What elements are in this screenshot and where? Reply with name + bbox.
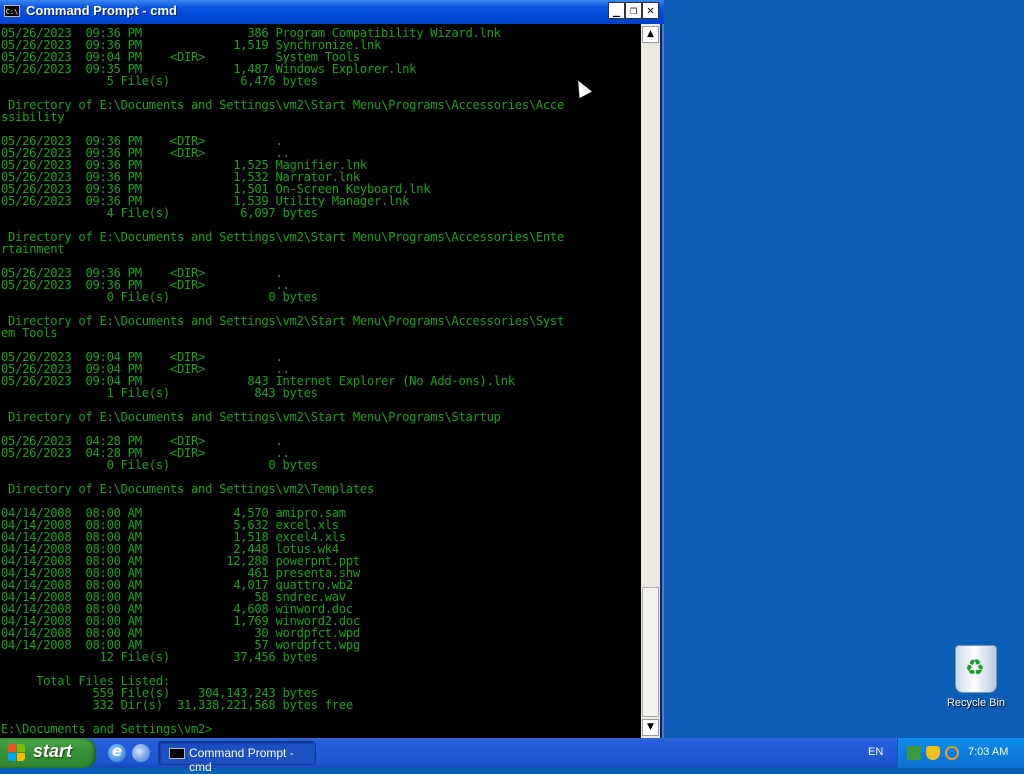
- taskbar: start Command Prompt - cmd EN 7:03 AM: [0, 738, 1024, 774]
- vertical-scrollbar[interactable]: ▲ ▼: [641, 24, 660, 738]
- window-titlebar[interactable]: C:\ Command Prompt - cmd _ ❐ ✕: [0, 0, 664, 24]
- command-prompt-window[interactable]: C:\ Command Prompt - cmd _ ❐ ✕ 05/26/202…: [0, 0, 664, 739]
- minimize-button[interactable]: _: [608, 2, 625, 19]
- recycle-bin-shortcut[interactable]: Recycle Bin: [945, 645, 1007, 709]
- internet-explorer-icon[interactable]: [108, 742, 126, 762]
- security-shield-icon[interactable]: [926, 746, 940, 760]
- scroll-thumb[interactable]: [642, 587, 659, 717]
- recycle-bin-icon[interactable]: [955, 645, 997, 693]
- recycle-bin-label: Recycle Bin: [946, 697, 1006, 709]
- console-text: 05/26/2023 09:36 PM 386 Program Compatib…: [1, 26, 565, 736]
- start-label: start: [33, 741, 73, 761]
- media-player-icon[interactable]: [132, 744, 150, 762]
- start-button[interactable]: start: [0, 738, 96, 768]
- taskbar-item-label: Command Prompt - cmd: [189, 746, 294, 774]
- search-icon[interactable]: [945, 746, 959, 760]
- language-indicator[interactable]: EN: [868, 746, 883, 758]
- scroll-down-button[interactable]: ▼: [642, 719, 659, 736]
- clock[interactable]: 7:03 AM: [968, 746, 1008, 758]
- cmd-app-icon[interactable]: C:\: [4, 5, 20, 17]
- close-button[interactable]: ✕: [642, 2, 659, 19]
- cmd-icon: [169, 748, 185, 759]
- scroll-up-button[interactable]: ▲: [642, 26, 659, 43]
- network-icon[interactable]: [907, 746, 921, 760]
- console-output[interactable]: 05/26/2023 09:36 PM 386 Program Compatib…: [0, 24, 641, 738]
- restore-button[interactable]: ❐: [625, 2, 642, 19]
- windows-flag-icon: [8, 744, 26, 762]
- system-tray: 7:03 AM: [897, 738, 1024, 768]
- taskbar-item-command-prompt[interactable]: Command Prompt - cmd: [158, 741, 316, 774]
- window-title: Command Prompt - cmd: [26, 3, 177, 18]
